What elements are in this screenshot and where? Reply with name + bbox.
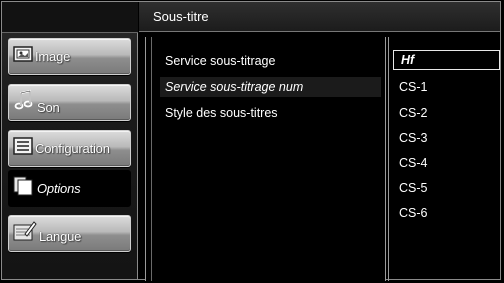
submenu-item-service-sous-titrage-num[interactable]: Service sous-titrage num: [160, 77, 381, 97]
sidebar-item-son[interactable]: Son: [8, 84, 131, 121]
music-note-icon: [13, 89, 35, 116]
sidebar-item-label: Options: [37, 181, 81, 196]
option-cs-1[interactable]: CS-1: [399, 79, 427, 95]
divider: [151, 37, 152, 281]
option-cs-6[interactable]: CS-6: [399, 205, 427, 221]
sidebar-item-configuration[interactable]: Configuration: [8, 130, 131, 167]
keyboard-icon: [13, 220, 37, 247]
sidebar-item-label: Langue: [39, 229, 82, 244]
submenu-item-style-des-sous-titres[interactable]: Style des sous-titres: [160, 103, 381, 123]
submenu-panel: Service sous-titrage Service sous-titrag…: [145, 37, 386, 281]
option-hf[interactable]: Hf: [393, 50, 500, 70]
sidebar-item-image[interactable]: Image: [8, 38, 131, 75]
list-icon: [13, 137, 33, 160]
picture-icon: [13, 46, 33, 67]
sidebar-item-label: Son: [37, 100, 60, 115]
tv-menu-screen: Image Son Configuration Options Langue S…: [0, 0, 504, 283]
option-cs-4[interactable]: CS-4: [399, 155, 427, 171]
submenu-item-service-sous-titrage[interactable]: Service sous-titrage: [160, 51, 381, 71]
header-bar: Sous-titre: [139, 2, 500, 32]
option-cs-5[interactable]: CS-5: [399, 180, 427, 196]
pages-icon: [13, 176, 35, 201]
options-panel: Hf CS-1 CS-2 CS-3 CS-4 CS-5 CS-6: [388, 37, 501, 281]
sidebar-item-label: Image: [35, 49, 71, 64]
page-title: Sous-titre: [153, 9, 209, 24]
sidebar-item-options[interactable]: Options: [8, 170, 131, 207]
option-cs-3[interactable]: CS-3: [399, 130, 427, 146]
option-cs-2[interactable]: CS-2: [399, 105, 427, 121]
sidebar-item-label: Configuration: [35, 141, 110, 156]
sidebar-header: [2, 2, 138, 33]
sidebar: Image Son Configuration Options Langue: [2, 2, 138, 279]
sidebar-item-langue[interactable]: Langue: [8, 215, 131, 252]
